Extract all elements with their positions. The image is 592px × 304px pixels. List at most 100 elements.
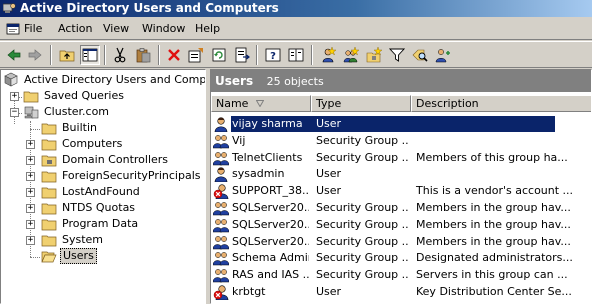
tree-item-lost-and-found[interactable]: LostAndFound [41, 184, 205, 200]
list-row[interactable]: RAS and IAS ... Security Group ... Servers… [211, 267, 591, 283]
help-icon: ? [265, 48, 281, 62]
new-group-button[interactable] [341, 45, 361, 65]
tree-item-builtin[interactable]: Builtin [41, 120, 205, 136]
column-header-name[interactable]: Name [211, 95, 311, 112]
menu-help[interactable]: Help [177, 21, 220, 37]
tree-item-computers[interactable]: Computers [41, 136, 205, 152]
column-header-description[interactable]: Description [411, 95, 591, 112]
back-button[interactable] [4, 45, 24, 65]
find-button[interactable] [410, 45, 430, 65]
expand-system[interactable]: + [26, 236, 35, 245]
row-type: Security Group ... [316, 251, 409, 265]
forward-button[interactable] [25, 45, 45, 65]
filter-button[interactable] [387, 45, 407, 65]
user-icon [213, 116, 231, 132]
new-ou-icon [366, 47, 382, 63]
forward-icon [28, 49, 42, 61]
up-one-level-button[interactable] [57, 45, 77, 65]
tree-item-saved-queries[interactable]: Saved Queries [23, 88, 205, 104]
group-icon [213, 133, 231, 149]
console-tree-icon [82, 48, 98, 62]
help-topics-button[interactable] [286, 45, 306, 65]
tree-item-domain-controllers[interactable]: Domain Controllers [41, 152, 205, 168]
list-row[interactable]: vijay sharma User [211, 116, 591, 132]
list-row[interactable]: Schema Admins Security Group ... Designate… [211, 250, 591, 266]
properties-icon [188, 48, 203, 63]
row-name: SUPPORT_38... [232, 184, 309, 198]
row-description: Designated administrators... [416, 251, 573, 265]
expand-domain-controllers[interactable]: + [26, 156, 35, 165]
new-user-button[interactable] [318, 45, 338, 65]
expand-foreign-security-principals[interactable]: + [26, 172, 35, 181]
row-type: Security Group ... [316, 133, 409, 147]
refresh-icon [212, 48, 226, 62]
tree-item-program-data[interactable]: Program Data [41, 216, 205, 232]
tree-item-domain[interactable]: Cluster.com [23, 104, 205, 120]
tree-connector [30, 129, 40, 130]
details-pane: Users 25 objects Name Type Description v… [210, 69, 592, 304]
row-description [415, 166, 591, 182]
refresh-button[interactable] [209, 45, 229, 65]
column-header-type[interactable]: Type [311, 95, 411, 112]
help-button[interactable]: ? [263, 45, 283, 65]
row-type: Security Group ... [316, 268, 409, 282]
menu-file[interactable]: File [6, 21, 42, 37]
expand-program-data[interactable]: + [26, 220, 35, 229]
up-folder-icon [59, 50, 75, 62]
row-description [415, 133, 591, 149]
list-row[interactable]: SUPPORT_38... User This is a vendor's acco… [211, 183, 591, 200]
row-description: This is a vendor's account ... [416, 184, 574, 198]
tree-item-system[interactable]: System [41, 232, 205, 248]
list-row[interactable]: Vij Security Group ... [211, 133, 591, 149]
row-type: User [315, 116, 411, 132]
title-bar: Active Directory Users and Computers [0, 0, 592, 17]
add-to-group-button[interactable] [433, 45, 453, 65]
row-name: sysadmin [232, 167, 285, 181]
row-name: SQLServer20... [232, 234, 309, 248]
row-type: Security Group ... [316, 234, 409, 248]
list-row[interactable]: SQLServer20... Security Group ... Members … [211, 217, 591, 233]
expand-ntds-quotas[interactable]: + [26, 204, 35, 213]
row-description: Members in the group hav... [416, 201, 571, 214]
folder-icon [23, 91, 39, 103]
tree-item-foreign-security-principals[interactable]: ForeignSecurityPrincipals [41, 168, 205, 184]
details-header: Users 25 objects [211, 70, 591, 92]
row-type: User [316, 184, 342, 198]
sort-descending-icon [256, 100, 264, 107]
folder-icon [41, 219, 57, 231]
show-hide-tree-button[interactable] [80, 45, 100, 65]
paste-button[interactable] [133, 45, 153, 65]
export-list-button[interactable] [232, 45, 252, 65]
row-name: vijay sharma [231, 116, 315, 132]
svg-text:?: ? [270, 51, 276, 62]
delete-button[interactable] [164, 45, 184, 65]
folder-icon [41, 235, 57, 247]
disabled-user-icon [213, 284, 231, 300]
expand-computers[interactable]: + [26, 140, 35, 149]
collapse-cluster-com[interactable]: − [10, 108, 19, 117]
row-name: SQLServer20... [232, 217, 309, 231]
tree-item-root[interactable]: Active Directory Users and Computer [3, 72, 205, 88]
details-title: Users [215, 74, 254, 88]
row-type: User [316, 285, 342, 298]
list-row[interactable]: SQLServer20... Security Group ... Members … [211, 234, 591, 250]
toolbar: ? [0, 41, 592, 68]
list-row[interactable]: TelnetClients Security Group ... Members o… [211, 150, 591, 166]
tree-item-users[interactable]: Users [41, 248, 205, 264]
app-icon [3, 3, 16, 13]
expand-lost-and-found[interactable]: + [26, 188, 35, 197]
new-ou-button[interactable] [364, 45, 384, 65]
properties-button[interactable] [186, 45, 206, 65]
expand-saved-queries[interactable]: + [10, 92, 19, 101]
back-icon [7, 49, 21, 61]
list-row[interactable]: SQLServer20... Security Group ... Members … [211, 200, 591, 216]
tree-item-ntds-quotas[interactable]: NTDS Quotas [41, 200, 205, 216]
group-icon [213, 234, 231, 250]
add-to-group-icon [435, 49, 450, 63]
tree-connector [30, 257, 40, 258]
list-row[interactable]: sysadmin User [211, 166, 591, 183]
group-icon [213, 200, 231, 216]
list-row[interactable]: krbtgt User Key Distribution Center Se... [211, 284, 591, 300]
cut-button[interactable] [110, 45, 130, 65]
menu-view[interactable]: View [85, 21, 129, 37]
